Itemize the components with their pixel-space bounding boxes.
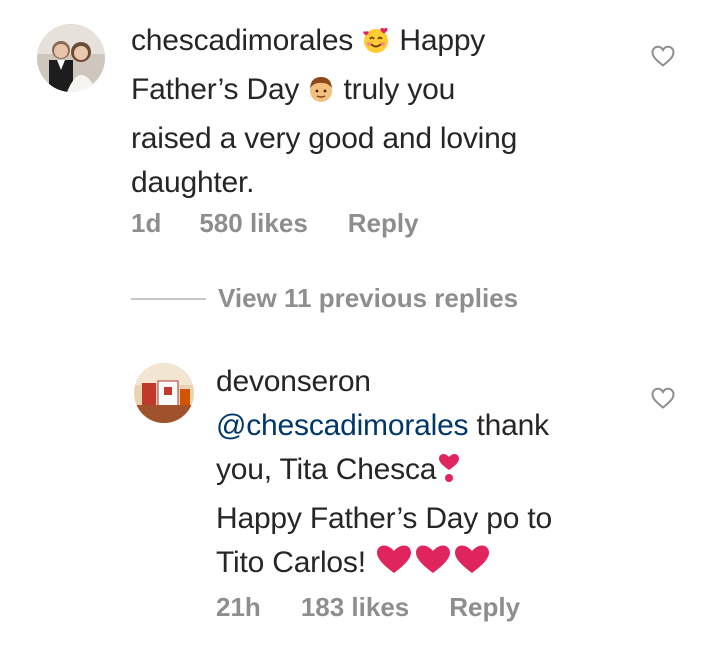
- comment-likes[interactable]: 580 likes: [199, 208, 307, 239]
- avatar-image: [37, 24, 105, 92]
- comment-text-part: you, Tita Chesca: [216, 453, 437, 486]
- smiling-face-with-hearts-icon: [361, 24, 391, 68]
- heavy-heart-exclamation-icon: [436, 452, 462, 497]
- comment-text-part: raised a very good and loving: [131, 122, 518, 155]
- comment-text-part: Happy: [399, 24, 486, 57]
- avatar-devonseron[interactable]: [134, 363, 194, 423]
- avatar-chescadimorales[interactable]: [37, 24, 105, 92]
- comment-text-part: Happy Father’s Day po to: [216, 502, 552, 535]
- comment-likes[interactable]: 183 likes: [301, 592, 409, 623]
- comment-age[interactable]: 21h: [216, 592, 261, 623]
- comment-age[interactable]: 1d: [131, 208, 161, 239]
- comment-text-part: thank: [476, 409, 550, 442]
- like-heart-icon[interactable]: [650, 386, 676, 410]
- comment-text-part: daughter.: [131, 166, 255, 199]
- comment-text-part: Father’s Day: [131, 73, 300, 106]
- view-previous-replies[interactable]: View 11 previous replies: [131, 283, 518, 314]
- comment-username[interactable]: chescadimorales: [131, 24, 353, 57]
- view-replies-label[interactable]: View 11 previous replies: [218, 283, 518, 314]
- boy-face-icon: [307, 73, 335, 117]
- comment-username[interactable]: devonseron: [216, 365, 371, 398]
- comment-meta-2: 21h 183 likes Reply: [216, 592, 520, 623]
- comment-text-part: Tito Carlos!: [216, 546, 366, 579]
- reply-button[interactable]: Reply: [449, 592, 520, 623]
- divider-line: [131, 297, 206, 300]
- comment-text-1: chescadimorales Happy Father’s Day truly…: [131, 19, 601, 205]
- reply-button[interactable]: Reply: [348, 208, 419, 239]
- avatar-image: [134, 363, 194, 423]
- comment-text-2: devonseron @chescadimorales thank you, T…: [216, 360, 656, 590]
- comment-text-part: truly you: [343, 73, 456, 106]
- mention-link[interactable]: @chescadimorales: [216, 409, 469, 442]
- comment-meta-1: 1d 580 likes Reply: [131, 208, 419, 239]
- like-heart-icon[interactable]: [650, 44, 676, 68]
- three-red-hearts-icon: [374, 543, 492, 590]
